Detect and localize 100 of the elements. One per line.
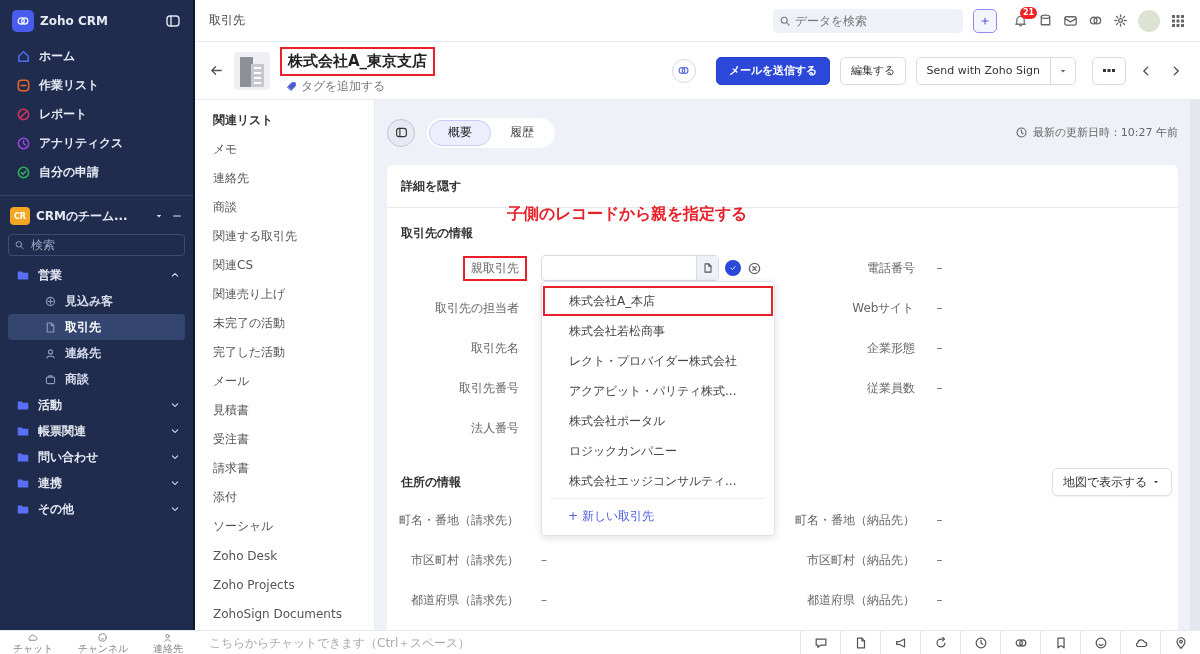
nav-item[interactable]: ホーム: [8, 42, 185, 71]
field-value: –: [936, 593, 943, 607]
folder-item[interactable]: 連携: [0, 470, 193, 496]
app-icon: [97, 631, 108, 643]
related-list-title[interactable]: 関連リスト: [213, 106, 374, 135]
field-value: –: [936, 553, 943, 567]
send-mail-button[interactable]: メールを送信する: [715, 56, 830, 85]
related-list-item[interactable]: Zoho Projects: [213, 570, 374, 599]
related-list-item[interactable]: 連絡先: [213, 164, 374, 193]
bottom-app-button[interactable]: 連絡先: [152, 631, 183, 654]
tab[interactable]: 概要: [429, 119, 491, 146]
field-label: 企業形態: [865, 339, 916, 357]
related-list-item[interactable]: Zoho Desk: [213, 541, 374, 570]
dropdown-option[interactable]: 株式会社若松商事: [543, 316, 773, 346]
bottom-app-button[interactable]: チャット: [12, 631, 53, 654]
back-button[interactable]: [209, 63, 224, 78]
dropdown-option[interactable]: ロジックカンパニー: [543, 436, 773, 466]
section-title: 取引先の情報: [401, 224, 473, 242]
add-button[interactable]: [973, 8, 997, 33]
annotation-text: 子側のレコードから親を指定する: [507, 204, 747, 225]
dropdown-option[interactable]: 株式会社A_本店: [543, 286, 773, 316]
related-list-item[interactable]: 見積書: [213, 396, 374, 425]
field-value: –: [936, 341, 943, 355]
sidebar-item[interactable]: 連絡先: [8, 340, 185, 366]
apps-grid-icon[interactable]: [1170, 12, 1186, 29]
map-view-button[interactable]: 地図で表示する: [1052, 468, 1172, 496]
nav-item[interactable]: 作業リスト: [8, 71, 185, 100]
folder-item[interactable]: 帳票関連: [0, 418, 193, 444]
dropdown-option[interactable]: 株式会社ポータル: [543, 406, 773, 436]
sidebar-toggle-icon[interactable]: [165, 13, 181, 29]
field-label: 市区町村（請求先）: [410, 551, 520, 569]
lookup-icon[interactable]: [696, 256, 718, 280]
tab[interactable]: 履歴: [491, 119, 553, 146]
app-icon: [162, 631, 173, 643]
notification-badge: 21: [1020, 7, 1038, 19]
bell-icon[interactable]: [1013, 13, 1028, 28]
clock-icon: [1014, 126, 1028, 139]
field-label: 町名・番地（納品先）: [793, 511, 916, 529]
related-list-item[interactable]: 商談: [213, 193, 374, 222]
sidebar-item[interactable]: 取引先: [8, 314, 185, 340]
related-list-item[interactable]: 完了した活動: [213, 338, 374, 367]
logo-icon: [12, 10, 34, 32]
cylinder-icon[interactable]: [1038, 13, 1053, 28]
related-list-item[interactable]: ソーシャル: [213, 512, 374, 541]
related-list-item[interactable]: 未完了の活動: [213, 309, 374, 338]
field-label: 電話番号: [865, 259, 916, 277]
more-icon: [1103, 69, 1115, 72]
field-label: 法人番号: [470, 419, 520, 437]
folder-item[interactable]: 営業: [0, 262, 193, 288]
dropdown-option[interactable]: アクアビット・パリティ株式...: [543, 376, 773, 406]
field-value: –: [936, 513, 943, 527]
field-label: Webサイト: [851, 299, 916, 317]
nav-item[interactable]: レポート: [8, 100, 185, 129]
new-account-link[interactable]: + 新しい取引先: [568, 507, 654, 525]
field-label: 町名・番地（請求先）: [398, 511, 520, 529]
mail-icon[interactable]: [1063, 13, 1078, 28]
related-list-item[interactable]: メモ: [213, 135, 374, 164]
cancel-icon[interactable]: [747, 260, 762, 276]
edit-button[interactable]: 編集する: [839, 56, 906, 85]
search-field[interactable]: データを検索: [773, 8, 963, 33]
related-list-item[interactable]: 関連売り上げ: [213, 280, 374, 309]
panel-toggle-icon[interactable]: [387, 118, 415, 147]
folder-item[interactable]: 問い合わせ: [0, 444, 193, 470]
bottom-app-button[interactable]: チャンネル: [77, 631, 128, 654]
sidebar-item[interactable]: 商談: [8, 366, 185, 392]
module-icon: [44, 346, 57, 360]
link-icon[interactable]: [671, 58, 696, 83]
related-list-item[interactable]: 受注書: [213, 425, 374, 454]
team-name[interactable]: CRMのチーム...: [36, 207, 147, 225]
related-list-item[interactable]: 関連CS: [213, 251, 374, 280]
add-tag-link[interactable]: タグを追加する: [280, 77, 662, 95]
settings-icon[interactable]: [1113, 13, 1128, 28]
field-value: –: [936, 261, 943, 275]
hide-details-link[interactable]: 詳細を隠す: [401, 177, 461, 195]
sidebar-item[interactable]: 見込み客: [8, 288, 185, 314]
folder-item[interactable]: その他: [0, 496, 193, 522]
related-list-item[interactable]: 請求書: [213, 454, 374, 483]
field-label: 取引先番号: [458, 379, 520, 397]
team-badge: CR: [10, 207, 30, 225]
confirm-icon[interactable]: [725, 260, 741, 276]
app-name: Zoho CRM: [40, 14, 109, 28]
more-button[interactable]: [1092, 56, 1126, 85]
nav-item[interactable]: アナリティクス: [8, 129, 185, 158]
scrollbar[interactable]: [1190, 100, 1200, 630]
field-value: –: [936, 381, 943, 395]
lookup-field[interactable]: [541, 255, 719, 281]
field-value: –: [936, 301, 943, 315]
field-label: 取引先名: [470, 339, 520, 357]
dropdown-option[interactable]: 株式会社エッジコンサルティ...: [543, 466, 773, 496]
related-list-item[interactable]: メール: [213, 367, 374, 396]
related-list-item[interactable]: ZohoSign Documents: [213, 599, 374, 628]
related-list-item[interactable]: 添付: [213, 483, 374, 512]
sign-split-button[interactable]: Send with Zoho Sign: [915, 56, 1076, 85]
field-value: –: [541, 553, 547, 567]
related-list-item[interactable]: 関連する取引先: [213, 222, 374, 251]
field-label: 親取引先: [463, 255, 527, 281]
folder-item[interactable]: 活動: [0, 392, 193, 418]
dropdown-option[interactable]: レクト・プロバイダー株式会社: [543, 346, 773, 376]
nav-item[interactable]: 自分の申請: [8, 158, 185, 187]
search-field[interactable]: 検索: [8, 234, 185, 256]
